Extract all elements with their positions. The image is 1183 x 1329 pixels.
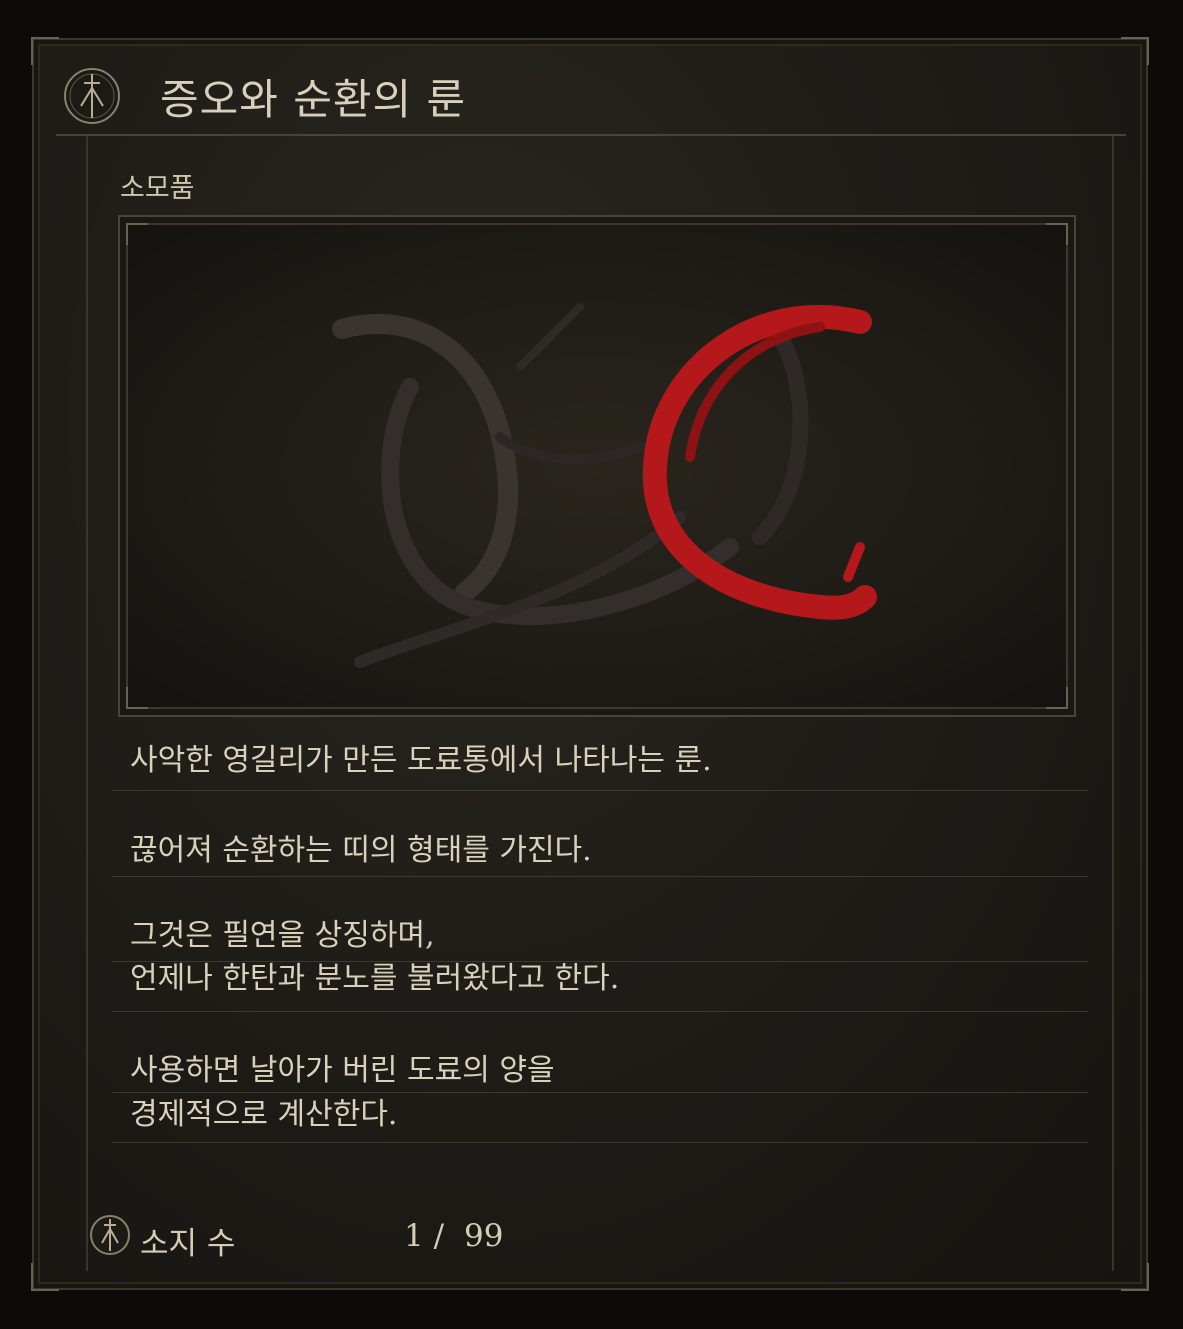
description-line: 그것은 필연을 상징하며, xyxy=(130,918,435,953)
description-line: 언제나 한탄과 분노를 불러왔다고 한다. xyxy=(130,961,620,996)
description-line: 끊어져 순환하는 띠의 형태를 가진다. xyxy=(130,833,592,868)
description-line: 사악한 영길리가 만든 도료통에서 나타나는 룬. xyxy=(130,743,712,778)
corner-ornament xyxy=(1121,1263,1149,1291)
rune-item-image xyxy=(332,303,877,668)
corner-ornament xyxy=(31,37,59,65)
held-count-max: 99 xyxy=(464,1218,504,1254)
divider xyxy=(112,876,1088,877)
rune-emblem-icon xyxy=(64,68,120,124)
item-category: 소모품 xyxy=(120,173,195,204)
description-line: 사용하면 날아가 버린 도료의 양을 xyxy=(130,1053,555,1088)
divider xyxy=(112,1011,1088,1012)
divider xyxy=(112,1092,1088,1093)
description-line: 경제적으로 계산한다. xyxy=(130,1097,398,1132)
divider xyxy=(112,790,1088,791)
corner-ornament xyxy=(31,1263,59,1291)
held-count-label: 소지 수 xyxy=(140,1226,236,1262)
divider xyxy=(112,1142,1088,1143)
item-image-frame xyxy=(118,215,1076,717)
item-header: 증오와 순환의 룬 xyxy=(56,58,1126,136)
item-detail-panel: 증오와 순환의 룬 소모품 사악한 영길리가 만든 도료통에서 나타나는 룬. … xyxy=(31,37,1149,1291)
item-title: 증오와 순환의 룬 xyxy=(160,75,467,124)
rune-emblem-icon xyxy=(90,1215,130,1255)
held-count-value: 1 / xyxy=(404,1218,445,1254)
